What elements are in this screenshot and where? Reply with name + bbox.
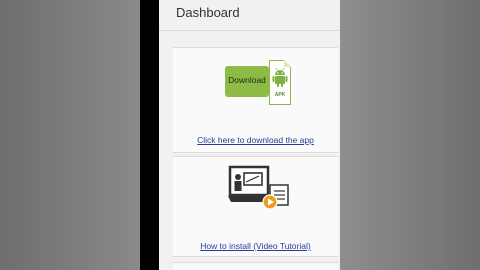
apk-file-label: APK [274, 92, 286, 98]
phone-screen: Dashboard Download APK Click here to dow… [140, 0, 340, 270]
tutorial-card[interactable]: How to install (Video Tutorial) [173, 156, 338, 257]
page-title: Dashboard [176, 5, 240, 20]
phone-edge [140, 0, 159, 270]
download-app-link[interactable]: Click here to download the app [173, 135, 338, 145]
next-card[interactable] [173, 262, 338, 270]
video-tutorial-icon [228, 165, 289, 210]
play-icon [262, 194, 278, 210]
apk-file-graphic: APK [269, 60, 291, 105]
download-card[interactable]: Download APK Click here to download the … [173, 47, 338, 153]
download-button-label: Download [228, 75, 266, 85]
app-header: Dashboard [159, 0, 340, 31]
download-button-graphic: Download [225, 66, 269, 97]
video-tutorial-link[interactable]: How to install (Video Tutorial) [173, 241, 338, 251]
android-icon [272, 67, 288, 87]
download-apk-badge[interactable]: Download APK [225, 60, 293, 105]
left-blur-background [0, 0, 140, 270]
right-blur-background [340, 0, 480, 270]
